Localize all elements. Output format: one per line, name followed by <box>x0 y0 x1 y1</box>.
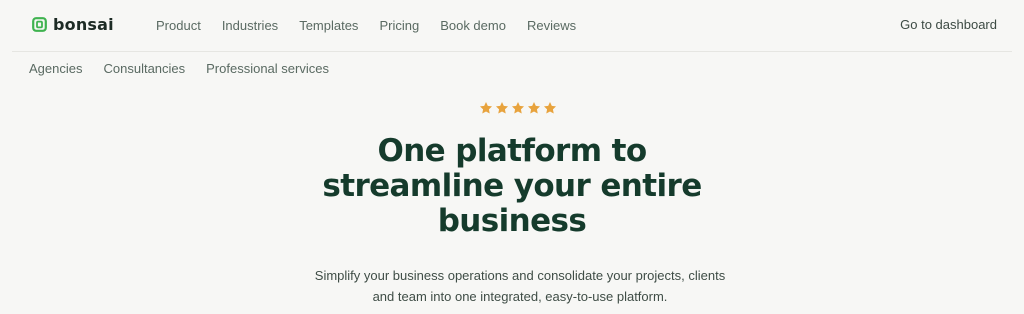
sub-navigation: Agencies Consultancies Professional serv… <box>29 61 329 76</box>
nav-item-book-demo[interactable]: Book demo <box>440 18 506 33</box>
nav-item-pricing[interactable]: Pricing <box>379 18 419 33</box>
nav-item-industries[interactable]: Industries <box>222 18 278 33</box>
bonsai-logo-icon <box>32 17 47 32</box>
nav-links: Product Industries Templates Pricing Boo… <box>156 18 576 33</box>
go-to-dashboard-link[interactable]: Go to dashboard <box>900 17 997 32</box>
nav-item-templates[interactable]: Templates <box>299 18 358 33</box>
page: bonsai Product Industries Templates Pric… <box>0 0 1024 314</box>
hero-subtext: Simplify your business operations and co… <box>300 265 740 307</box>
subnav-item-professional-services[interactable]: Professional services <box>206 61 329 76</box>
headline-line: streamline your entire <box>322 168 702 204</box>
subtext-line: Simplify your business operations and co… <box>314 268 726 283</box>
headline-line: One platform to <box>377 133 647 169</box>
rating-stars <box>479 101 557 115</box>
star-icon <box>479 102 493 114</box>
logo-text: bonsai <box>53 15 114 34</box>
star-icon <box>543 102 557 114</box>
star-icon <box>511 102 525 114</box>
nav-item-reviews[interactable]: Reviews <box>527 18 576 33</box>
nav-item-product[interactable]: Product <box>156 18 201 33</box>
hero-headline: One platform to streamline your entire b… <box>312 134 712 239</box>
logo[interactable]: bonsai <box>32 15 114 34</box>
subnav-item-consultancies[interactable]: Consultancies <box>103 61 185 76</box>
subnav-item-agencies[interactable]: Agencies <box>29 61 82 76</box>
headline-line: business <box>437 203 587 239</box>
star-icon <box>495 102 509 114</box>
top-navigation: bonsai Product Industries Templates Pric… <box>12 0 1012 52</box>
subtext-line: and team into one integrated, easy-to-us… <box>372 289 668 304</box>
star-icon <box>527 102 541 114</box>
